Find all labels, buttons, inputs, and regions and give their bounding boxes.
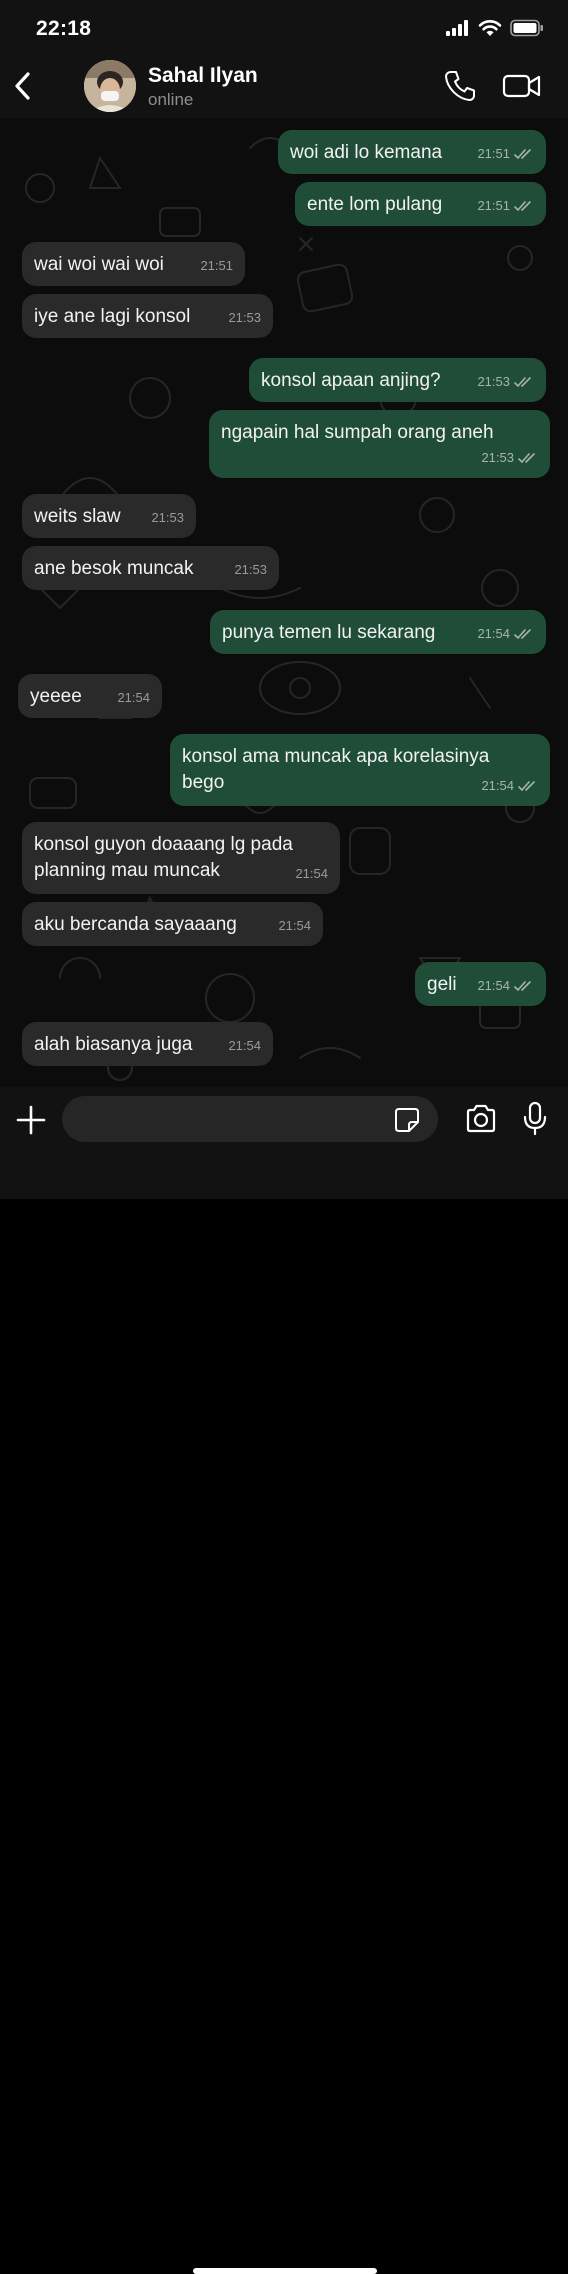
message-meta: 21:51 — [200, 253, 233, 279]
message-time: 21:53 — [481, 450, 514, 465]
message-meta: 21:53 — [477, 369, 534, 395]
incoming-message-bubble[interactable]: wai woi wai woi 21:51 — [22, 242, 245, 286]
contact-status: online — [148, 90, 194, 109]
battery-icon — [510, 19, 543, 37]
outgoing-message-bubble[interactable]: konsol apaan anjing? 21:53 — [249, 358, 546, 402]
video-call-button[interactable] — [502, 70, 542, 102]
message-time: 21:53 — [151, 510, 184, 525]
double-check-icon — [514, 980, 531, 991]
message-text: iye ane lagi konsol — [34, 306, 191, 327]
message-meta: 21:53 — [481, 445, 538, 471]
plus-icon — [16, 1105, 46, 1135]
message-text: ngapain hal sumpah orang aneh — [221, 422, 494, 443]
message-text: alah biasanya juga — [34, 1034, 193, 1055]
double-check-icon — [518, 780, 535, 791]
incoming-message-bubble[interactable]: weits slaw 21:53 — [22, 494, 196, 538]
contact-photo — [84, 60, 136, 112]
incoming-message-bubble[interactable]: ane besok muncak 21:53 — [22, 546, 279, 590]
message-meta: 21:51 — [477, 193, 534, 219]
message-time: 21:54 — [477, 978, 510, 993]
message-time: 21:54 — [117, 690, 150, 705]
message-meta: 21:53 — [234, 557, 267, 583]
wifi-icon — [478, 19, 502, 36]
camera-icon — [466, 1104, 496, 1133]
message-meta: 21:54 — [477, 973, 534, 999]
message-time: 21:51 — [477, 146, 510, 161]
message-time: 21:54 — [228, 1038, 261, 1053]
double-check-icon — [514, 628, 531, 639]
double-check-icon — [514, 376, 531, 387]
message-meta: 21:51 — [477, 141, 534, 167]
message-text: konsol guyon doaaang lg pada planning ma… — [34, 834, 293, 881]
message-meta: 21:53 — [228, 305, 261, 331]
message-time: 21:51 — [200, 258, 233, 273]
message-meta: 21:54 — [278, 913, 311, 939]
message-input[interactable] — [62, 1096, 438, 1142]
outgoing-message-bubble[interactable]: ente lom pulang 21:51 — [295, 182, 546, 226]
message-meta: 21:54 — [295, 861, 328, 887]
incoming-message-bubble[interactable]: iye ane lagi konsol 21:53 — [22, 294, 273, 338]
composer-bar — [0, 1087, 568, 2274]
status-time: 22:18 — [36, 17, 92, 40]
message-time: 21:54 — [278, 918, 311, 933]
message-time: 21:54 — [477, 626, 510, 641]
status-icons — [446, 16, 544, 40]
double-check-icon — [514, 148, 531, 159]
message-meta: 21:54 — [117, 685, 150, 711]
microphone-button[interactable] — [522, 1101, 548, 1137]
double-check-icon — [518, 452, 535, 463]
home-indicator[interactable] — [193, 2268, 377, 2274]
message-meta: 21:53 — [151, 505, 184, 531]
message-meta: 21:54 — [228, 1033, 261, 1059]
message-time: 21:54 — [481, 778, 514, 793]
message-time: 21:54 — [295, 866, 328, 881]
incoming-message-bubble[interactable]: konsol guyon doaaang lg pada planning ma… — [22, 822, 340, 894]
video-camera-icon — [502, 74, 541, 98]
back-button[interactable] — [8, 68, 38, 104]
camera-button[interactable] — [464, 1103, 498, 1135]
incoming-message-bubble[interactable]: yeeee 21:54 — [18, 674, 162, 718]
message-time: 21:53 — [234, 562, 267, 577]
message-list[interactable]: woi adi lo kemana 21:51 ente lom pulang 21:… — [0, 118, 568, 1087]
phone-icon — [445, 71, 475, 101]
message-meta: 21:54 — [481, 773, 538, 799]
outgoing-message-bubble[interactable]: konsol ama muncak apa korelasinya bego 21… — [170, 734, 550, 806]
microphone-icon — [523, 1101, 547, 1136]
avatar[interactable] — [84, 60, 136, 112]
double-check-icon — [514, 200, 531, 211]
outgoing-message-bubble[interactable]: ngapain hal sumpah orang aneh 21:53 — [209, 410, 550, 478]
outgoing-message-bubble[interactable]: geli 21:54 — [415, 962, 546, 1006]
cellular-signal-icon — [446, 20, 468, 36]
chevron-left-icon — [15, 72, 30, 100]
voice-call-button[interactable] — [442, 68, 478, 104]
contact-name[interactable]: Sahal Ilyan — [148, 64, 258, 88]
sticker-button[interactable] — [394, 1107, 420, 1133]
message-text: aku bercanda sayaaang — [34, 914, 237, 935]
sticker-icon — [395, 1108, 419, 1132]
message-time: 21:51 — [477, 198, 510, 213]
chat-header: Sahal Ilyan online — [0, 56, 568, 118]
outgoing-message-bubble[interactable]: punya temen lu sekarang 21:54 — [210, 610, 546, 654]
message-meta: 21:54 — [477, 621, 534, 647]
attach-button[interactable] — [14, 1103, 48, 1137]
incoming-message-bubble[interactable]: aku bercanda sayaaang 21:54 — [22, 902, 323, 946]
message-time: 21:53 — [228, 310, 261, 325]
status-bar: 22:18 — [0, 0, 568, 56]
incoming-message-bubble[interactable]: alah biasanya juga 21:54 — [22, 1022, 273, 1066]
outgoing-message-bubble[interactable]: woi adi lo kemana 21:51 — [278, 130, 546, 174]
message-time: 21:53 — [477, 374, 510, 389]
message-text: ane besok muncak — [34, 558, 194, 579]
